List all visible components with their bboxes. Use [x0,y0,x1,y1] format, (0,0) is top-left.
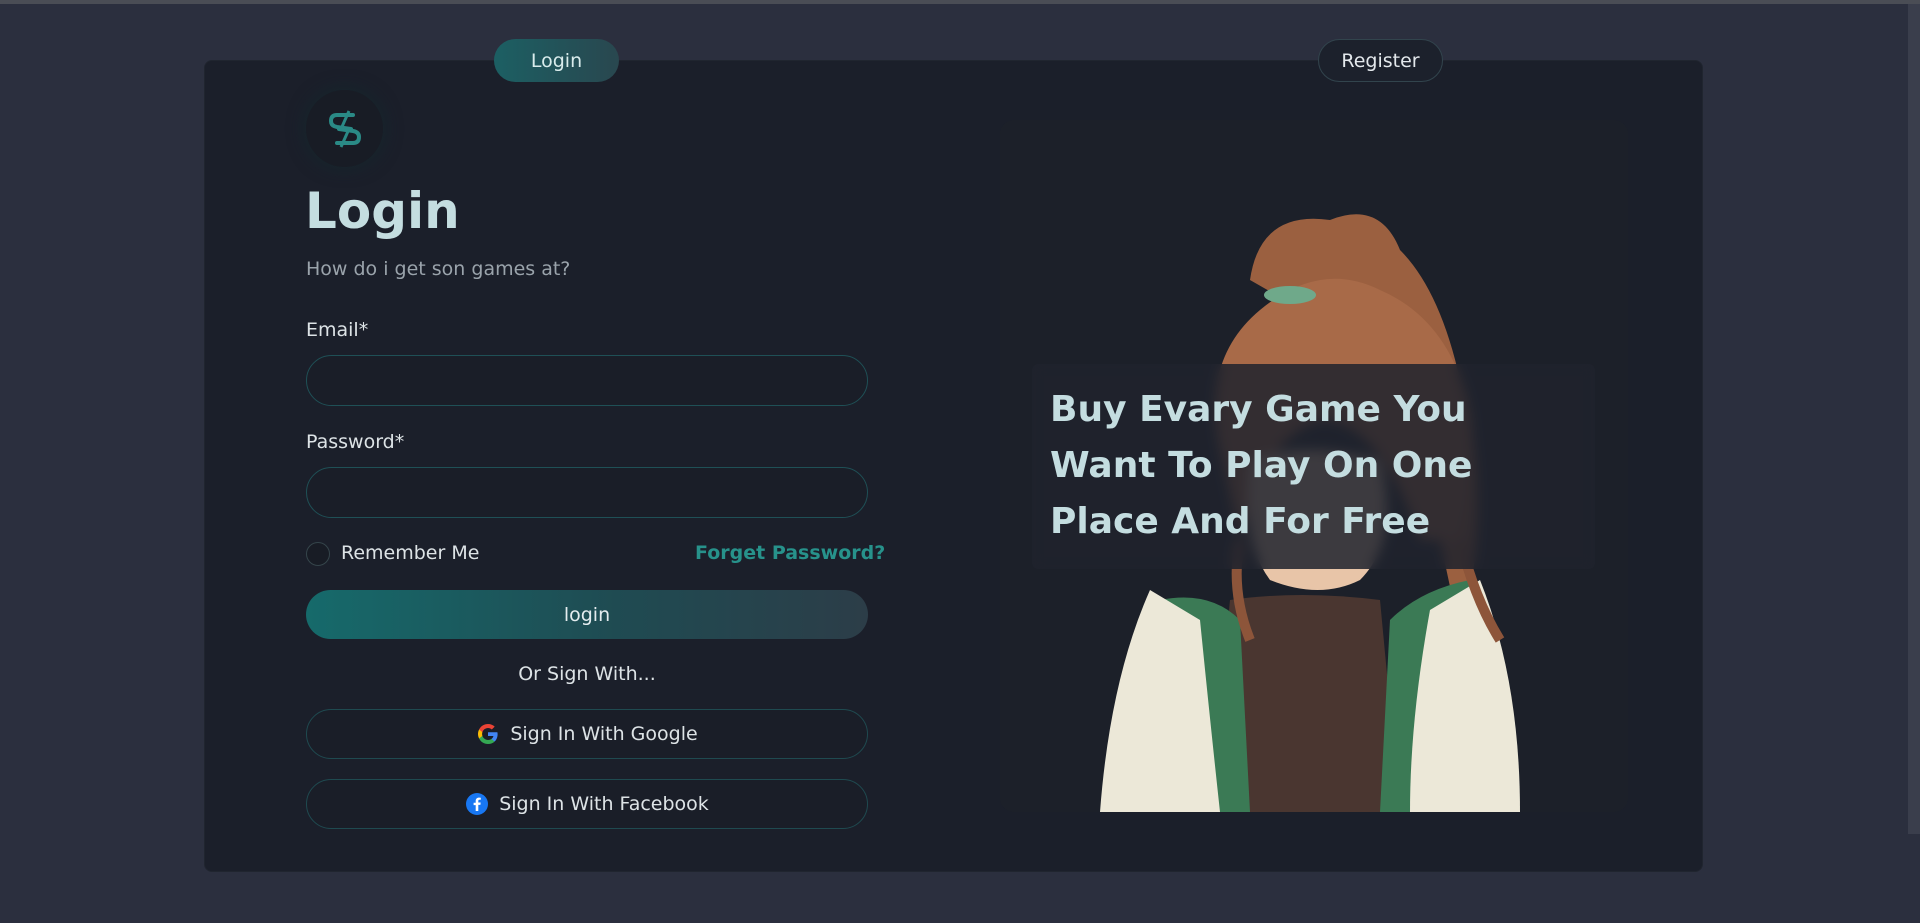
remember-me-label: Remember Me [341,542,480,564]
page-subtitle: How do i get son games at? [306,258,571,280]
brand-logo-svg [328,109,361,148]
google-signin-label: Sign In With Google [510,723,698,745]
page-title: Login [305,182,460,240]
login-button[interactable]: login [306,590,868,639]
google-icon [478,724,498,744]
google-signin-button[interactable]: Sign In With Google [306,709,868,759]
email-field[interactable] [306,355,868,406]
window-top-border [0,0,1920,4]
password-label: Password* [306,431,405,453]
tab-login[interactable]: Login [494,39,619,82]
email-label: Email* [306,319,369,341]
password-field[interactable] [306,467,868,518]
facebook-icon [466,793,489,815]
hero-headline: Buy Evary Game You Want To Play On One P… [1050,389,1473,542]
or-sign-with-text: Or Sign With... [518,663,656,685]
forgot-password-link[interactable]: Forget Password? [695,542,885,564]
brand-logo-icon [306,90,383,167]
facebook-signin-button[interactable]: Sign In With Facebook [306,779,868,829]
scrollbar-thumb[interactable] [1908,4,1920,834]
remember-me-checkbox[interactable] [306,542,330,566]
hero-text-overlay: Buy Evary Game You Want To Play On One P… [1032,364,1595,569]
tab-register[interactable]: Register [1318,39,1443,82]
facebook-signin-label: Sign In With Facebook [499,793,709,815]
